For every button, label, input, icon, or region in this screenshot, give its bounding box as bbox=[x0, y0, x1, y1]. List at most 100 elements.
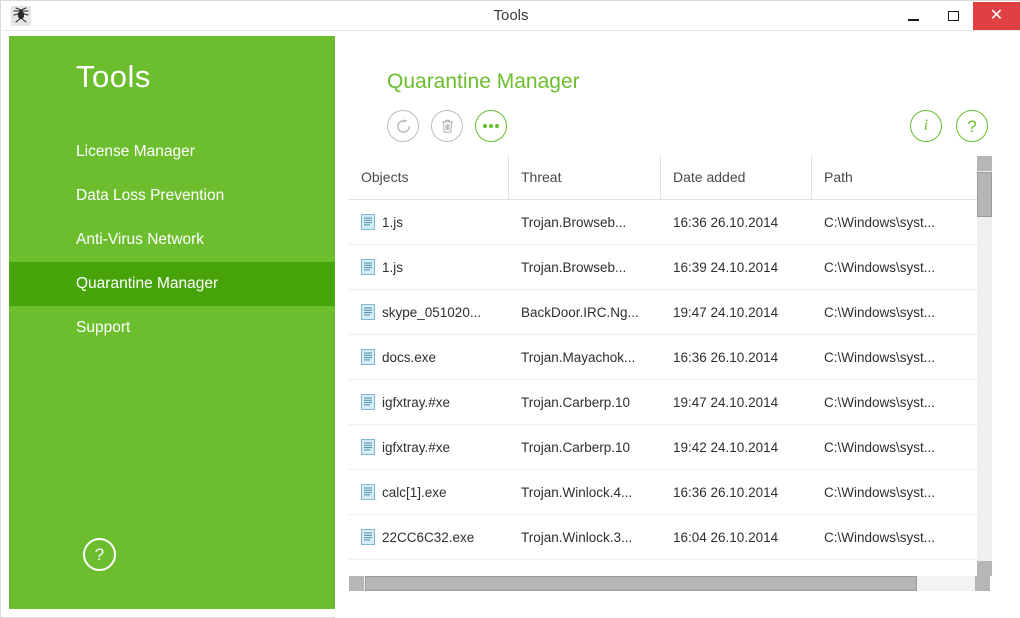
sidebar-item-data-loss-prevention[interactable]: Data Loss Prevention bbox=[9, 174, 335, 218]
cell-object: 22CC6C32.exe bbox=[349, 529, 509, 545]
quarantine-table: Objects Threat Date added Path 1.js Troj… bbox=[349, 156, 990, 576]
table-row[interactable]: igfxtray.#xe Trojan.Carberp.10 19:47 24.… bbox=[349, 380, 990, 425]
cell-date: 19:47 24.10.2014 bbox=[661, 395, 812, 410]
sidebar-item-label: License Manager bbox=[76, 143, 195, 160]
sidebar-item-label: Quarantine Manager bbox=[76, 275, 218, 292]
window-title: Tools bbox=[2, 2, 1020, 30]
close-button[interactable]: ✕ bbox=[973, 2, 1020, 30]
toolbar-left bbox=[387, 110, 507, 142]
file-document-icon bbox=[361, 304, 375, 320]
cell-path: C:\Windows\syst... bbox=[812, 260, 990, 275]
column-header-threat[interactable]: Threat bbox=[509, 156, 661, 199]
scroll-right-arrow-icon[interactable] bbox=[975, 576, 990, 591]
cell-path: C:\Windows\syst... bbox=[812, 350, 990, 365]
sidebar-item-quarantine-manager[interactable]: Quarantine Manager bbox=[9, 262, 335, 306]
cell-object-text: skype_051020... bbox=[382, 305, 481, 320]
delete-button[interactable] bbox=[431, 110, 463, 142]
file-document-icon bbox=[361, 439, 375, 455]
cell-threat: Trojan.Browseb... bbox=[509, 260, 661, 275]
cell-path: C:\Windows\syst... bbox=[812, 530, 990, 545]
horizontal-scrollbar-thumb[interactable] bbox=[365, 576, 917, 591]
column-header-path[interactable]: Path bbox=[812, 156, 990, 199]
sidebar-item-support[interactable]: Support bbox=[9, 306, 335, 350]
cell-object: calc[1].exe bbox=[349, 484, 509, 500]
cell-date: 16:36 26.10.2014 bbox=[661, 350, 812, 365]
maximize-button[interactable] bbox=[933, 2, 973, 30]
table-row[interactable]: skype_051020... BackDoor.IRC.Ng... 19:47… bbox=[349, 290, 990, 335]
cell-date: 19:47 24.10.2014 bbox=[661, 305, 812, 320]
question-mark-icon: ? bbox=[967, 118, 976, 135]
main-content: Quarantine Manager bbox=[335, 31, 1020, 618]
column-header-date-added[interactable]: Date added bbox=[661, 156, 812, 199]
toolbar-right: i ? bbox=[910, 110, 988, 142]
cell-threat: Trojan.Browseb... bbox=[509, 215, 661, 230]
question-mark-icon: ? bbox=[95, 545, 104, 565]
scroll-down-arrow-icon[interactable] bbox=[977, 561, 992, 576]
file-document-icon bbox=[361, 349, 375, 365]
sidebar: Tools License Manager Data Loss Preventi… bbox=[9, 36, 335, 609]
file-document-icon bbox=[361, 394, 375, 410]
scroll-left-arrow-icon[interactable] bbox=[349, 576, 364, 591]
info-icon: i bbox=[924, 118, 928, 134]
sidebar-item-label: Support bbox=[76, 319, 130, 336]
help-button[interactable]: ? bbox=[956, 110, 988, 142]
cell-path: C:\Windows\syst... bbox=[812, 305, 990, 320]
page-title: Quarantine Manager bbox=[387, 70, 580, 94]
cell-object-text: calc[1].exe bbox=[382, 485, 447, 500]
ellipsis-icon bbox=[482, 123, 500, 129]
sidebar-item-label: Data Loss Prevention bbox=[76, 187, 224, 204]
table-row[interactable]: calc[1].exe Trojan.Winlock.4... 16:36 26… bbox=[349, 470, 990, 515]
minimize-icon bbox=[908, 19, 919, 21]
sidebar-item-anti-virus-network[interactable]: Anti-Virus Network bbox=[9, 218, 335, 262]
cell-threat: Trojan.Winlock.3... bbox=[509, 530, 661, 545]
table-row[interactable]: 22CC6C32.exe Trojan.Winlock.3... 16:04 2… bbox=[349, 515, 990, 560]
cell-object: igfxtray.#xe bbox=[349, 439, 509, 455]
table-header-row: Objects Threat Date added Path bbox=[349, 156, 990, 200]
cell-threat: Trojan.Winlock.4... bbox=[509, 485, 661, 500]
cell-threat: Trojan.Carberp.10 bbox=[509, 440, 661, 455]
cell-date: 16:39 24.10.2014 bbox=[661, 260, 812, 275]
cell-object: igfxtray.#xe bbox=[349, 394, 509, 410]
restore-arrow-icon bbox=[395, 118, 412, 135]
cell-threat: BackDoor.IRC.Ng... bbox=[509, 305, 661, 320]
cell-date: 16:36 26.10.2014 bbox=[661, 485, 812, 500]
vertical-scrollbar[interactable] bbox=[977, 156, 992, 576]
cell-object: skype_051020... bbox=[349, 304, 509, 320]
file-document-icon bbox=[361, 259, 375, 275]
cell-object-text: 1.js bbox=[382, 260, 403, 275]
more-options-button[interactable] bbox=[475, 110, 507, 142]
cell-object-text: 1.js bbox=[382, 215, 403, 230]
restore-button[interactable] bbox=[387, 110, 419, 142]
file-document-icon bbox=[361, 214, 375, 230]
title-bar: Tools ✕ bbox=[2, 2, 1020, 31]
cell-object-text: docs.exe bbox=[382, 350, 436, 365]
cell-object-text: igfxtray.#xe bbox=[382, 440, 450, 455]
cell-object: docs.exe bbox=[349, 349, 509, 365]
cell-object-text: 22CC6C32.exe bbox=[382, 530, 474, 545]
cell-threat: Trojan.Carberp.10 bbox=[509, 395, 661, 410]
column-header-objects[interactable]: Objects bbox=[349, 156, 509, 199]
table-row[interactable]: igfxtray.#xe Trojan.Carberp.10 19:42 24.… bbox=[349, 425, 990, 470]
window-controls: ✕ bbox=[893, 2, 1020, 30]
cell-threat: Trojan.Mayachok... bbox=[509, 350, 661, 365]
table-row[interactable]: docs.exe Trojan.Mayachok... 16:36 26.10.… bbox=[349, 335, 990, 380]
horizontal-scrollbar[interactable] bbox=[349, 576, 990, 591]
sidebar-help-button[interactable]: ? bbox=[83, 538, 116, 571]
cell-path: C:\Windows\syst... bbox=[812, 395, 990, 410]
table-row[interactable]: 1.js Trojan.Browseb... 16:39 24.10.2014 … bbox=[349, 245, 990, 290]
maximize-icon bbox=[948, 11, 959, 21]
minimize-button[interactable] bbox=[893, 2, 933, 30]
cell-path: C:\Windows\syst... bbox=[812, 485, 990, 500]
file-document-icon bbox=[361, 484, 375, 500]
cell-object: 1.js bbox=[349, 214, 509, 230]
scroll-up-arrow-icon[interactable] bbox=[977, 156, 992, 171]
info-button[interactable]: i bbox=[910, 110, 942, 142]
close-icon: ✕ bbox=[990, 8, 1003, 24]
file-document-icon bbox=[361, 529, 375, 545]
sidebar-nav: License Manager Data Loss Prevention Ant… bbox=[9, 130, 335, 350]
cell-path: C:\Windows\syst... bbox=[812, 440, 990, 455]
vertical-scrollbar-thumb[interactable] bbox=[977, 172, 992, 217]
trash-icon bbox=[440, 118, 455, 135]
table-row[interactable]: 1.js Trojan.Browseb... 16:36 26.10.2014 … bbox=[349, 200, 990, 245]
sidebar-item-license-manager[interactable]: License Manager bbox=[9, 130, 335, 174]
